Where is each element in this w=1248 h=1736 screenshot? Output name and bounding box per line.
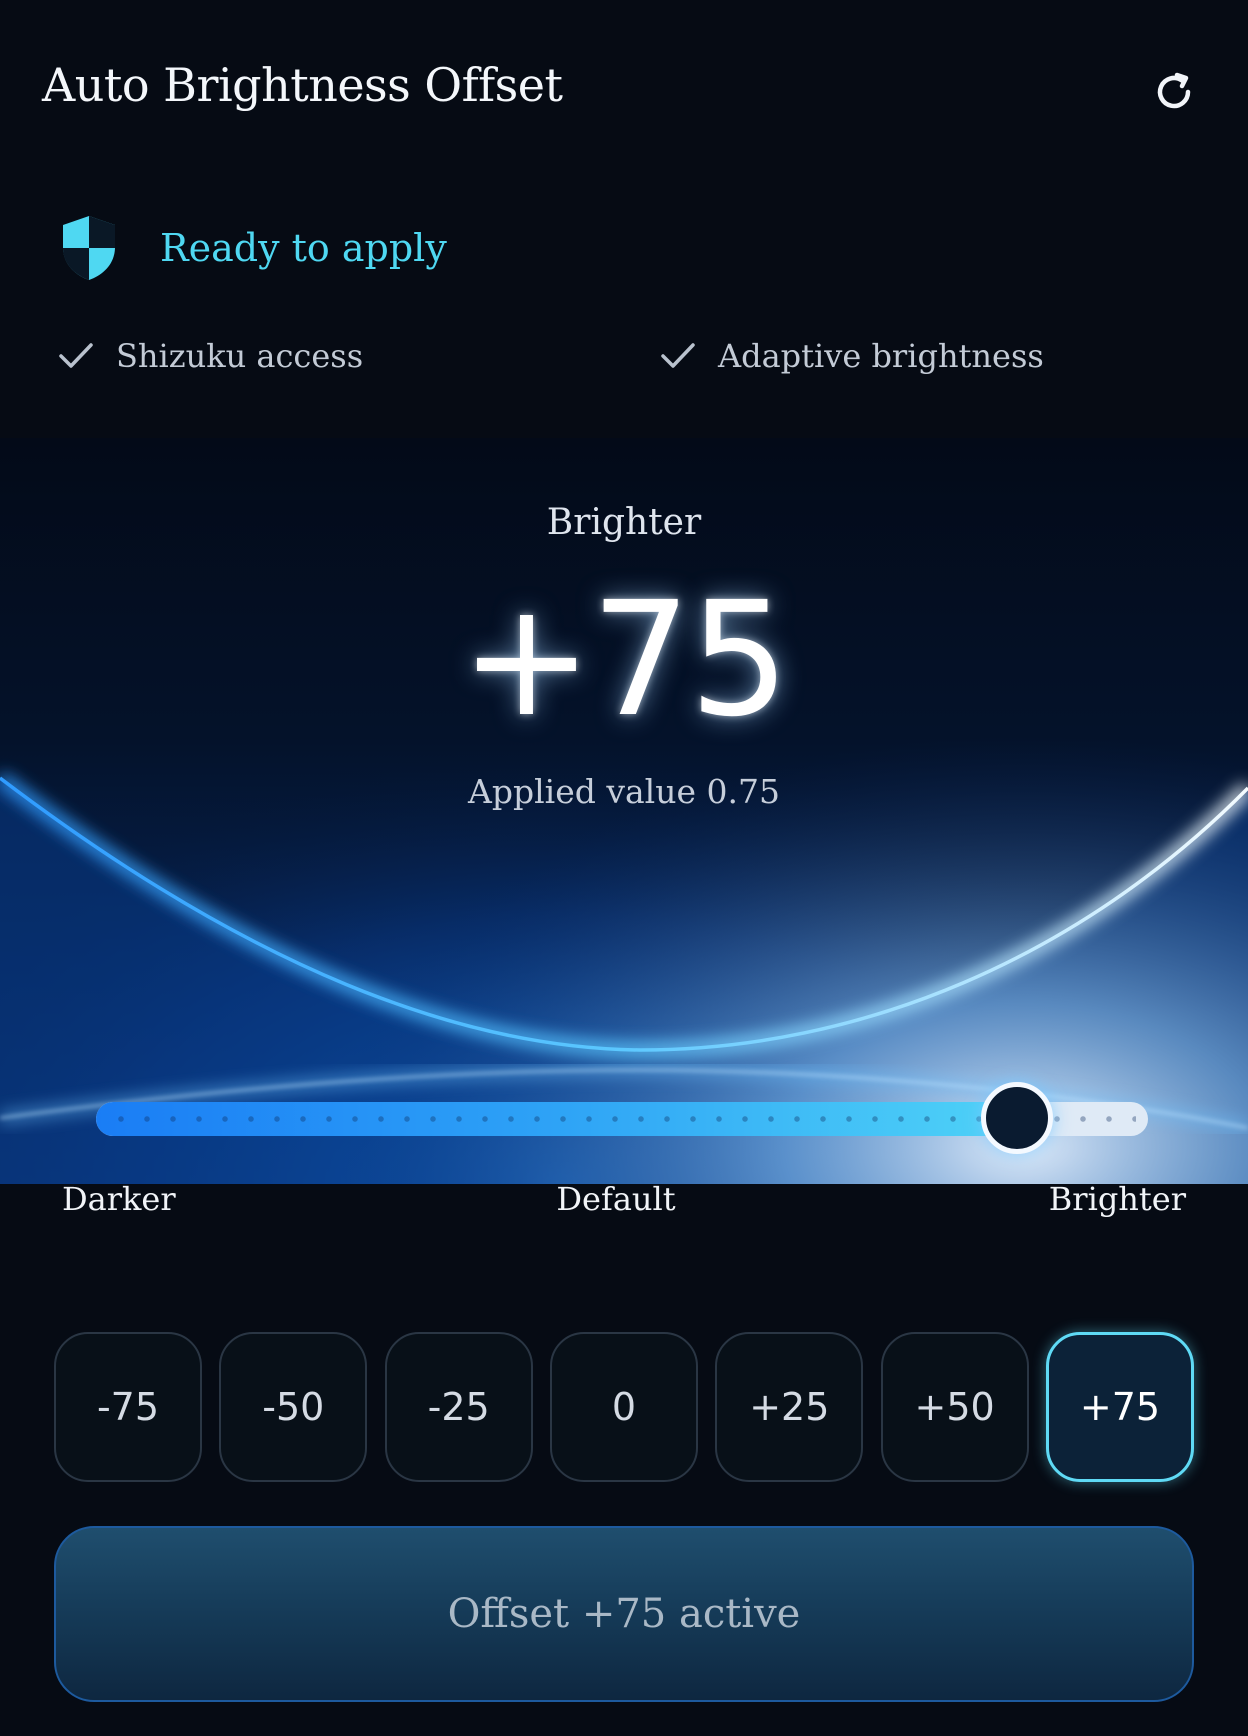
apply-offset-button[interactable]: Offset +75 active xyxy=(54,1526,1194,1702)
offset-slider[interactable] xyxy=(96,1082,1148,1154)
brightness-hero: Brighter +75 Applied value 0.75 xyxy=(0,438,1248,1184)
offset-value-display: +75 xyxy=(460,568,789,752)
status-text: Ready to apply xyxy=(160,226,447,270)
app-title: Auto Brightness Offset xyxy=(42,58,563,112)
preset-button[interactable]: +25 xyxy=(715,1332,864,1482)
check-icon xyxy=(661,343,695,368)
shield-icon xyxy=(63,216,115,280)
applied-value-text: Applied value 0.75 xyxy=(468,772,780,811)
refresh-icon xyxy=(1157,72,1191,109)
app-header: Auto Brightness Offset xyxy=(0,0,1248,180)
preset-buttons: -75 -50 -25 0 +25 +50 +75 xyxy=(54,1332,1194,1482)
refresh-button[interactable] xyxy=(1148,66,1200,118)
mode-label: Brighter xyxy=(546,502,702,543)
preset-button[interactable]: -25 xyxy=(384,1332,533,1482)
check-label: Shizuku access xyxy=(116,337,364,375)
status-row: Ready to apply xyxy=(58,212,447,284)
preset-button[interactable]: -75 xyxy=(54,1332,202,1482)
check-label: Adaptive brightness xyxy=(718,337,1044,375)
slider-thumb[interactable] xyxy=(980,1082,1053,1154)
preset-button[interactable]: 0 xyxy=(549,1332,698,1482)
preset-button[interactable]: +50 xyxy=(880,1332,1029,1482)
scale-label-brighter: Brighter xyxy=(1048,1180,1186,1218)
check-shizuku-access: Shizuku access xyxy=(58,334,363,378)
check-icon xyxy=(59,343,93,368)
check-adaptive-brightness: Adaptive brightness xyxy=(660,334,1044,378)
scale-label-default: Default xyxy=(556,1180,676,1218)
glow-arc-graphic xyxy=(0,438,1248,1184)
preset-button[interactable]: +75 xyxy=(1045,1332,1194,1482)
preset-button[interactable]: -50 xyxy=(219,1332,368,1482)
